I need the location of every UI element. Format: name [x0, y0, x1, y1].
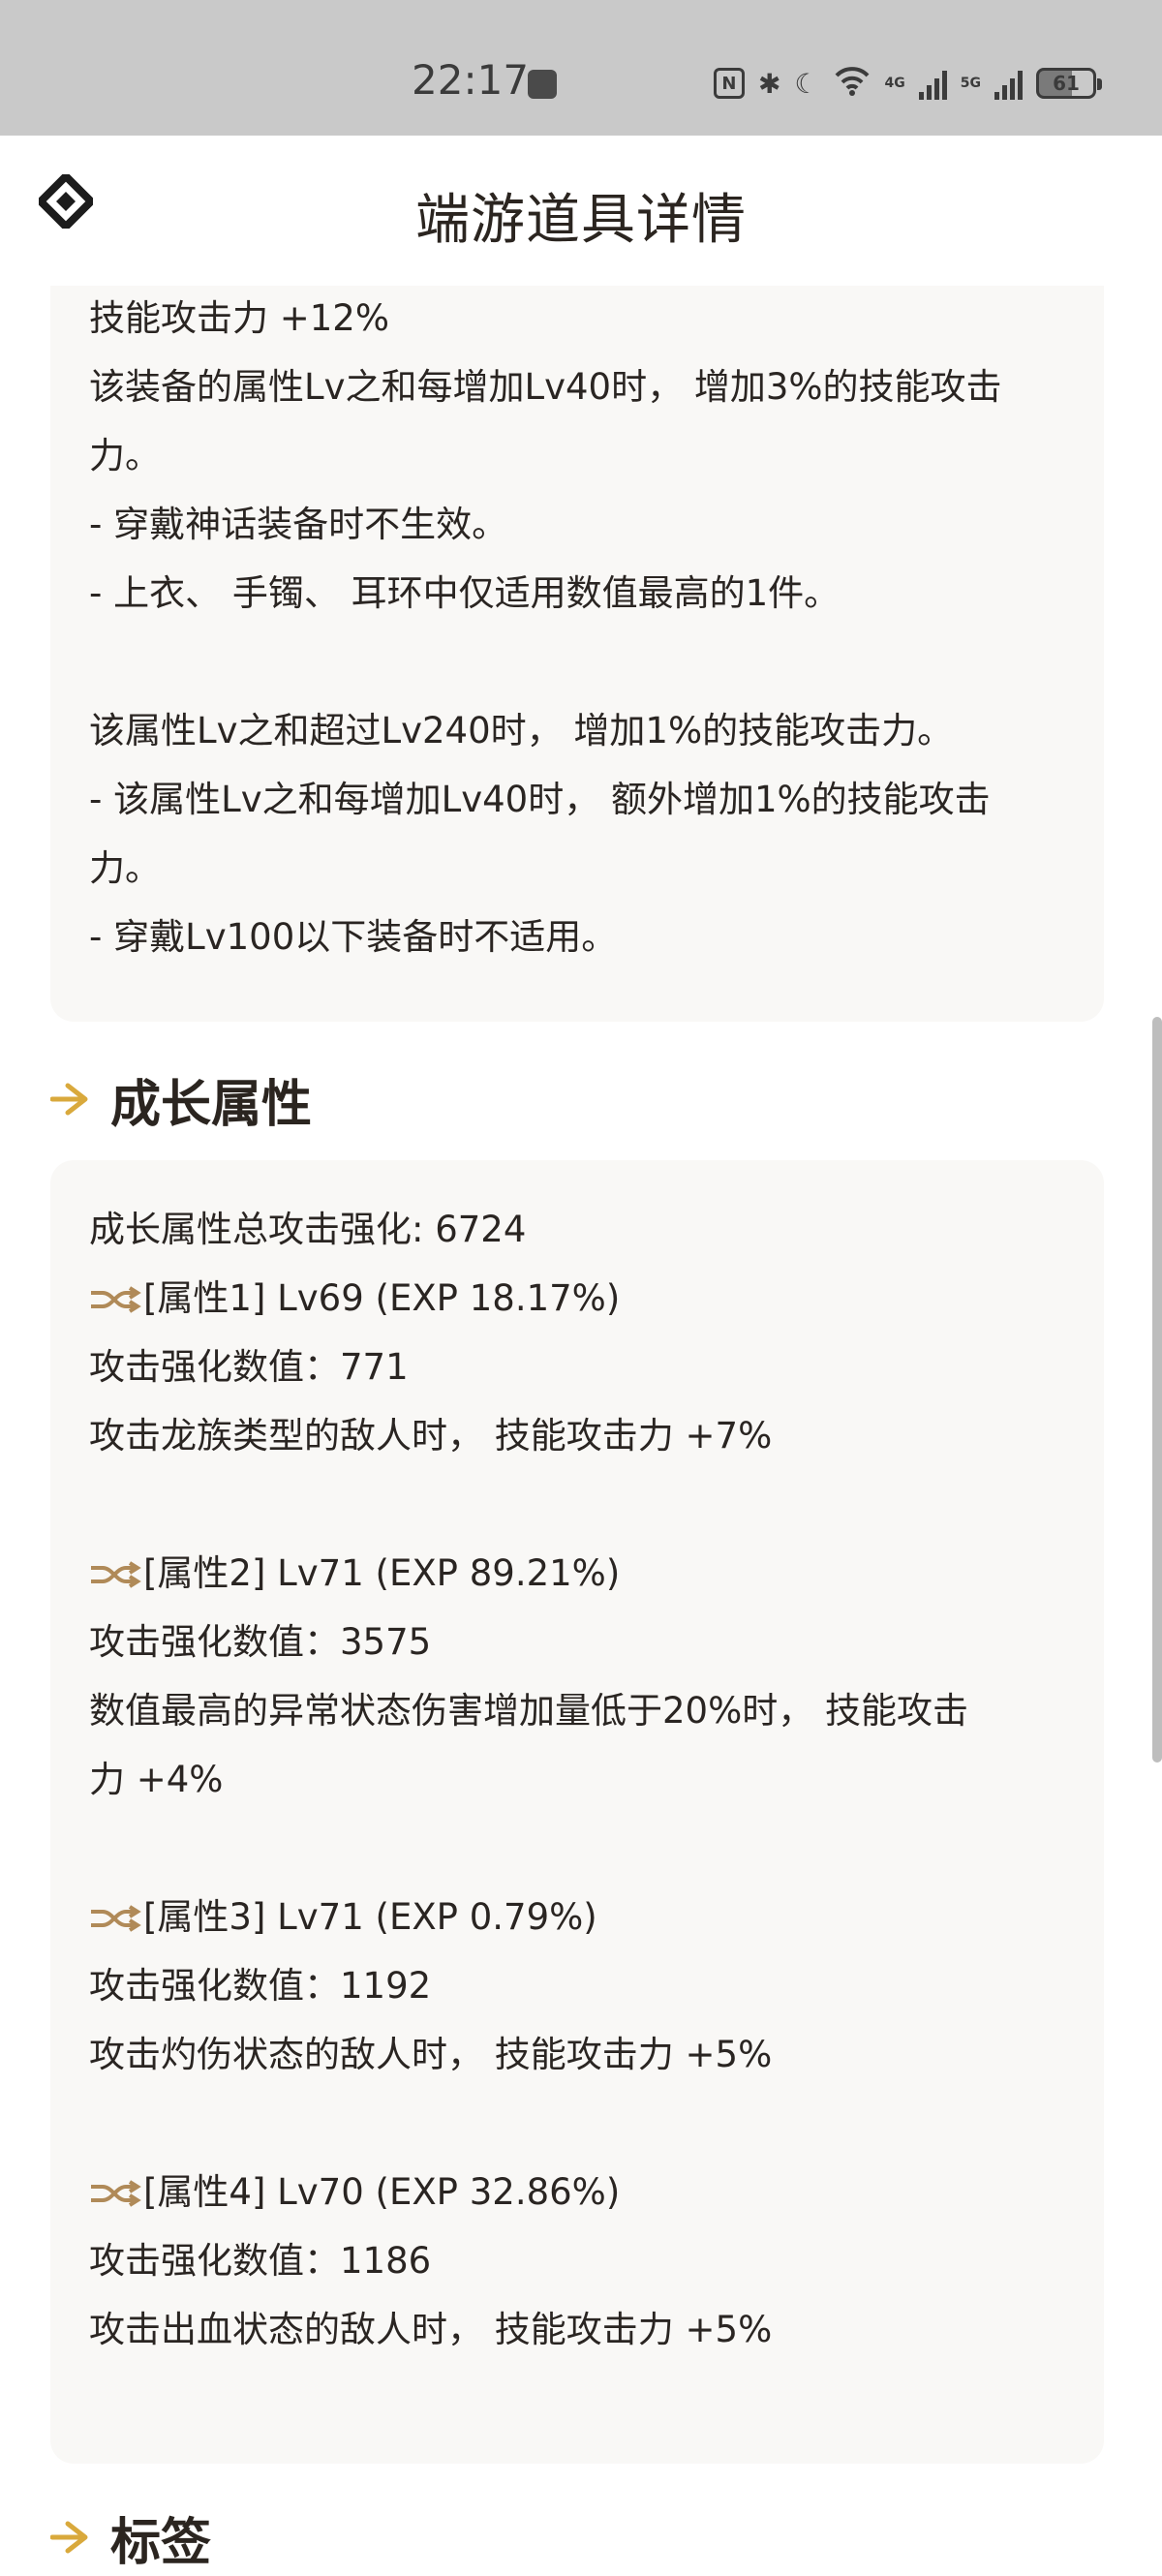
skill-line: - 穿戴Lv100以下装备时不适用。 [89, 916, 618, 958]
attribute-effect: 攻击出血状态的敌人时， 技能攻击力 +5% [89, 2309, 773, 2350]
attribute-effect: 力 +4% [89, 1759, 224, 1800]
skill-description-card: 技能攻击力 +12% 该装备的属性Lv之和每增加Lv40时， 增加3%的技能攻击… [50, 286, 1104, 1022]
attribute-value: 攻击强化数值：1192 [89, 1965, 432, 2007]
attribute-header: [属性4] Lv70 (EXP 32.86%) [89, 2158, 1065, 2226]
network-4g-label: 4G [884, 76, 905, 91]
attribute-effect: 数值最高的异常状态伤害增加量低于20%时， 技能攻击 [89, 1690, 968, 1732]
skill-line: - 穿戴神话装备时不生效。 [89, 504, 508, 545]
network-5g-label: 5G [960, 76, 981, 91]
signal-4g-icon [918, 67, 947, 100]
attribute-header-text: [属性2] Lv71 (EXP 89.21%) [143, 1552, 621, 1594]
attribute-header: [属性2] Lv71 (EXP 89.21%) [89, 1539, 1065, 1608]
app-header: 端游道具详情 [0, 136, 1162, 286]
skill-line: 该属性Lv之和超过Lv240时， 增加1%的技能攻击力。 [89, 710, 954, 751]
growth-section-header: 成长属性 [50, 1060, 312, 1138]
wifi-icon [833, 64, 872, 104]
arrow-right-icon [50, 1083, 88, 1116]
attribute-header: [属性1] Lv69 (EXP 18.17%) [89, 1264, 1065, 1333]
attribute-effect: 攻击龙族类型的敌人时， 技能攻击力 +7% [89, 1415, 773, 1457]
section-title: 标签 [110, 2513, 212, 2572]
attribute-header-text: [属性4] Lv70 (EXP 32.86%) [143, 2171, 621, 2213]
page-title: 端游道具详情 [415, 189, 747, 252]
status-icons: N ✱ ☾ 4G 5G 61 [713, 62, 1102, 105]
skill-line: - 该属性Lv之和每增加Lv40时， 额外增加1%的技能攻击 [89, 779, 991, 820]
section-title: 成长属性 [110, 1075, 313, 1134]
skill-line: 力。 [89, 435, 161, 476]
message-notification-icon [528, 70, 557, 99]
attribute-header-text: [属性3] Lv71 (EXP 0.79%) [143, 1896, 597, 1938]
attribute-value: 攻击强化数值：1186 [89, 2240, 432, 2282]
arrow-right-icon [50, 2521, 88, 2554]
shuffle-icon [91, 1905, 141, 1932]
attribute-value: 攻击强化数值：3575 [89, 1621, 432, 1663]
growth-total: 成长属性总攻击强化: 6724 [89, 1209, 527, 1250]
status-time: 22:17 [412, 56, 530, 104]
attribute-value: 攻击强化数值：771 [89, 1346, 409, 1388]
attribute-effect: 攻击灼伤状态的敌人时， 技能攻击力 +5% [89, 2034, 773, 2075]
skill-line: 技能攻击力 +12% [89, 297, 390, 339]
skill-line: - 上衣、 手镯、 耳环中仅适用数值最高的1件。 [89, 572, 841, 614]
battery-level: 61 [1053, 72, 1080, 95]
signal-5g-icon [994, 67, 1023, 100]
attribute-header: [属性3] Lv71 (EXP 0.79%) [89, 1883, 1065, 1951]
skill-line: 该装备的属性Lv之和每增加Lv40时， 增加3%的技能攻击 [89, 366, 1002, 408]
skill-line: 力。 [89, 847, 161, 889]
shuffle-icon [91, 2180, 141, 2207]
bluetooth-icon: ✱ [757, 67, 781, 100]
scrollbar[interactable] [1152, 1017, 1162, 1763]
nfc-icon: N [713, 68, 745, 99]
tags-section-header: 标签 [50, 2499, 211, 2576]
attribute-header-text: [属性1] Lv69 (EXP 18.17%) [143, 1277, 621, 1319]
status-bar: 22:17 N ✱ ☾ 4G 5G 61 [0, 0, 1162, 136]
growth-attributes-card: 成长属性总攻击强化: 6724 [属性1] Lv69 (EXP 18.17%) … [50, 1160, 1104, 2464]
battery-icon: 61 [1036, 68, 1102, 99]
moon-icon: ☾ [794, 67, 819, 100]
shuffle-icon [91, 1286, 141, 1313]
shuffle-icon [91, 1561, 141, 1588]
